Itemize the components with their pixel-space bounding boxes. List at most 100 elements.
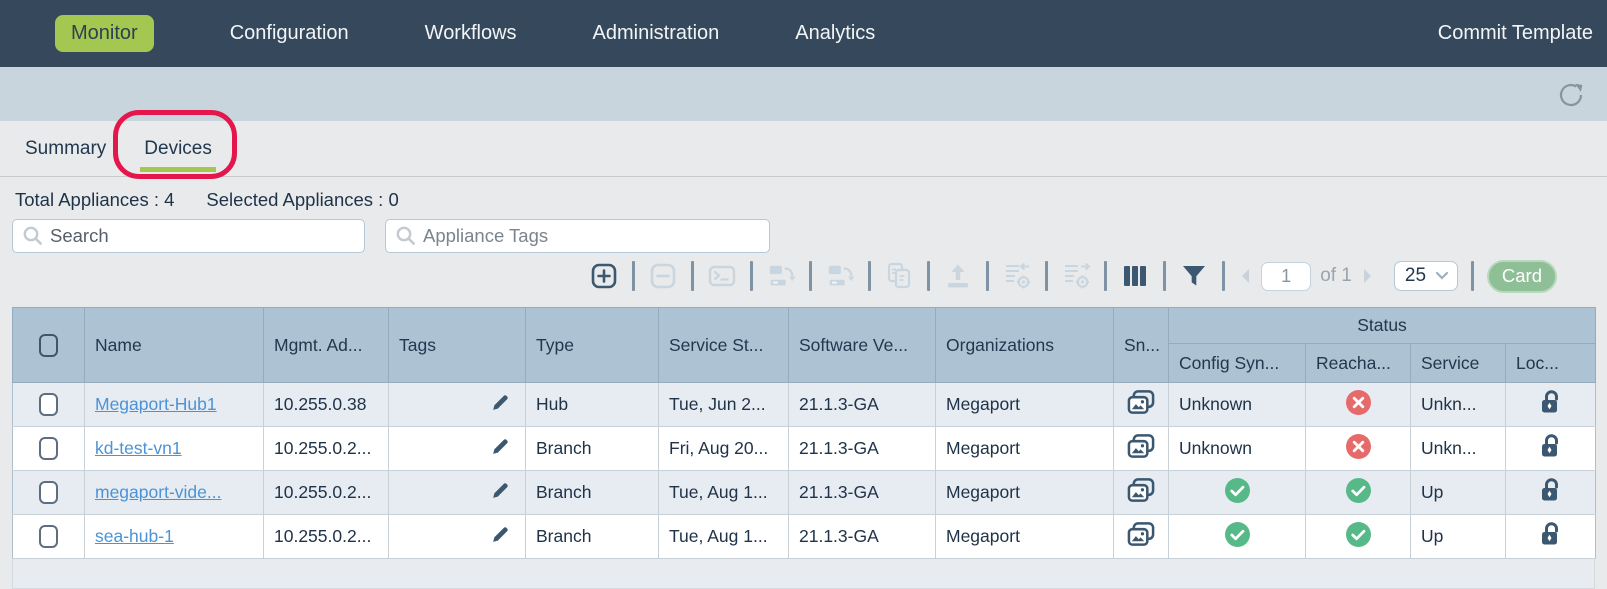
config-sync-cell <box>1169 471 1306 515</box>
page-next-icon[interactable] <box>1361 267 1375 285</box>
service-start-cell: Tue, Jun 2... <box>659 383 789 427</box>
row-checkbox[interactable] <box>39 481 58 504</box>
column-header[interactable]: Software Ve... <box>789 308 936 383</box>
column-header[interactable]: Service St... <box>659 308 789 383</box>
status-column-header[interactable]: Service <box>1411 344 1506 383</box>
edit-tags-icon[interactable] <box>490 480 511 501</box>
toolbar-separator <box>1104 261 1107 291</box>
unlocked-icon[interactable] <box>1539 521 1562 547</box>
status-error-icon <box>1345 433 1372 460</box>
column-header[interactable]: Mgmt. Ad... <box>264 308 389 383</box>
column-header[interactable]: Type <box>526 308 659 383</box>
page-size-select[interactable]: 25 <box>1394 261 1458 291</box>
snapshot-icon[interactable] <box>1127 433 1156 460</box>
lock-cell <box>1506 515 1596 559</box>
device-link[interactable]: megaport-vide... <box>95 482 221 502</box>
unlocked-icon[interactable] <box>1539 477 1562 503</box>
edit-tags-icon[interactable] <box>490 524 511 545</box>
search-input[interactable] <box>50 220 364 252</box>
add-icon[interactable] <box>589 261 619 291</box>
reachability-cell <box>1306 383 1411 427</box>
snapshot-cell <box>1114 515 1169 559</box>
device-link[interactable]: Megaport-Hub1 <box>95 394 217 414</box>
unlocked-icon[interactable] <box>1539 389 1562 415</box>
nav-item-workflows[interactable]: Workflows <box>425 22 517 45</box>
service-cell: Up <box>1411 515 1506 559</box>
snapshot-icon[interactable] <box>1127 477 1156 504</box>
device-link[interactable]: kd-test-vn1 <box>95 438 182 458</box>
snapshot-icon[interactable] <box>1127 521 1156 548</box>
terminal-icon <box>707 261 737 291</box>
toolbar-separator <box>809 261 812 291</box>
page-number-input[interactable] <box>1261 262 1311 291</box>
row-select-cell <box>13 427 85 471</box>
status-column-header[interactable]: Config Syn... <box>1169 344 1306 383</box>
service-cell: Up <box>1411 471 1506 515</box>
nav-item-configuration[interactable]: Configuration <box>230 22 349 45</box>
column-header[interactable]: Organizations <box>936 308 1114 383</box>
row-checkbox[interactable] <box>39 525 58 548</box>
toolbar-separator <box>927 261 930 291</box>
appliance-sync-icon <box>766 261 796 291</box>
toolbar-separator <box>868 261 871 291</box>
status-column-header[interactable]: Loc... <box>1506 344 1596 383</box>
card-view-button[interactable]: Card <box>1487 260 1557 293</box>
nav-item-analytics[interactable]: Analytics <box>795 22 875 45</box>
snapshot-cell <box>1114 471 1169 515</box>
status-ok-icon <box>1224 521 1251 548</box>
tab-summary[interactable]: Summary <box>15 138 116 160</box>
row-checkbox[interactable] <box>39 437 58 460</box>
nav-items: Monitor Configuration Workflows Administrat… <box>55 15 875 52</box>
refresh-icon[interactable] <box>1555 79 1587 111</box>
service-cell: Unkn... <box>1411 383 1506 427</box>
edit-tags-icon[interactable] <box>490 436 511 457</box>
edit-tags-icon[interactable] <box>490 392 511 413</box>
tags-cell <box>389 515 526 559</box>
select-all-checkbox[interactable] <box>39 334 58 357</box>
search-box <box>12 219 365 253</box>
software-version-cell: 21.1.3-GA <box>789 471 936 515</box>
snapshot-cell <box>1114 383 1169 427</box>
commit-template-button[interactable]: Commit Template <box>1438 22 1593 45</box>
filter-icon[interactable] <box>1179 261 1209 291</box>
row-select-cell <box>13 471 85 515</box>
unlocked-icon[interactable] <box>1539 433 1562 459</box>
page-count-label: of 1 <box>1320 265 1352 287</box>
appliance-stats: Total Appliances : 4 Selected Appliances… <box>0 177 1607 211</box>
table-row: megaport-vide...10.255.0.2...BranchTue, … <box>13 471 1596 515</box>
table-row: kd-test-vn110.255.0.2...BranchFri, Aug 2… <box>13 427 1596 471</box>
appliance-reactivate-icon <box>825 261 855 291</box>
table-row: sea-hub-110.255.0.2...BranchTue, Aug 1..… <box>13 515 1596 559</box>
nav-item-administration[interactable]: Administration <box>593 22 720 45</box>
tab-devices[interactable]: Devices <box>134 138 222 160</box>
columns-icon[interactable] <box>1120 261 1150 291</box>
appliance-tags-input[interactable] <box>423 220 769 252</box>
service-start-cell: Fri, Aug 20... <box>659 427 789 471</box>
pager: of 1 <box>1238 262 1375 291</box>
device-link[interactable]: sea-hub-1 <box>95 526 174 546</box>
page-prev-icon[interactable] <box>1238 267 1252 285</box>
table-toolbar: of 1 25 Card <box>0 253 1607 299</box>
column-header[interactable]: Name <box>85 308 264 383</box>
config-sync-cell: Unknown <box>1169 383 1306 427</box>
type-cell: Branch <box>526 515 659 559</box>
row-checkbox[interactable] <box>39 393 58 416</box>
mgmt-address-cell: 10.255.0.2... <box>264 471 389 515</box>
top-navbar: Monitor Configuration Workflows Administrat… <box>0 0 1607 67</box>
search-icon <box>22 225 44 247</box>
type-cell: Hub <box>526 383 659 427</box>
total-appliances-label: Total Appliances : 4 <box>15 189 174 211</box>
column-header[interactable]: Tags <box>389 308 526 383</box>
row-select-cell <box>13 383 85 427</box>
snapshot-icon[interactable] <box>1127 389 1156 416</box>
reachability-cell <box>1306 515 1411 559</box>
toolbar-separator <box>632 261 635 291</box>
status-ok-icon <box>1345 477 1372 504</box>
selected-appliances-label: Selected Appliances : 0 <box>206 189 398 211</box>
name-cell: megaport-vide... <box>85 471 264 515</box>
column-header[interactable]: Sn... <box>1114 308 1169 383</box>
reachability-cell <box>1306 427 1411 471</box>
nav-item-monitor[interactable]: Monitor <box>55 15 154 52</box>
config-sync-cell <box>1169 515 1306 559</box>
status-column-header[interactable]: Reacha... <box>1306 344 1411 383</box>
